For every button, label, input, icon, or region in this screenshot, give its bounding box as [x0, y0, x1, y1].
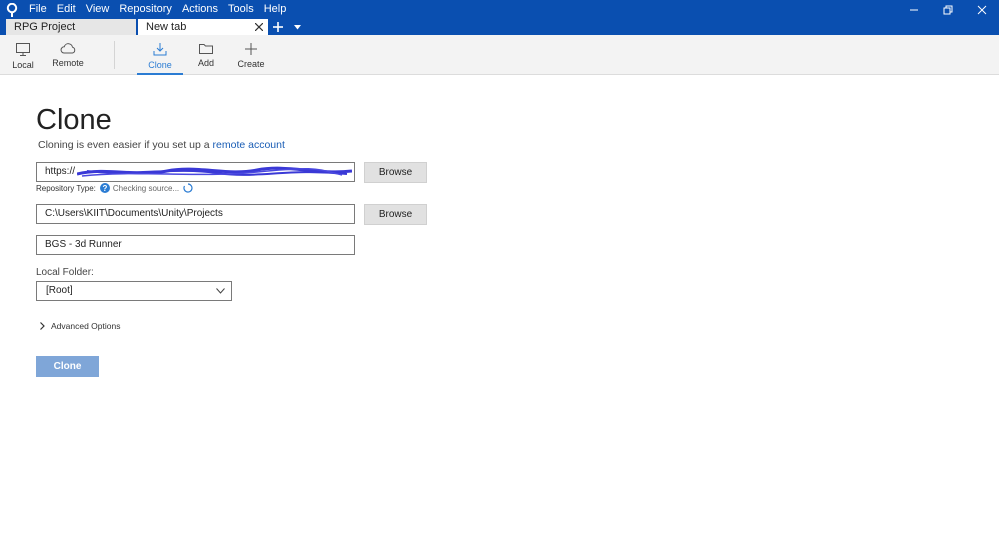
- toolbar-divider: [114, 41, 115, 69]
- local-folder-label: Local Folder:: [36, 267, 94, 278]
- source-url-value: https://: [45, 166, 76, 177]
- chevron-down-icon: [216, 282, 225, 300]
- download-icon: [153, 43, 167, 56]
- advanced-options-label: Advanced Options: [51, 321, 121, 331]
- destination-path-input[interactable]: C:\Users\KIIT\Documents\Unity\Projects: [36, 204, 355, 224]
- loading-spinner-icon: [183, 183, 193, 193]
- remote-account-link[interactable]: remote account: [213, 139, 285, 151]
- page-subtitle: Cloning is even easier if you set up a r…: [38, 139, 285, 151]
- source-url-input[interactable]: https://: [36, 162, 355, 182]
- app-logo-icon: [0, 0, 24, 19]
- toolbar-local-button[interactable]: Local: [8, 35, 38, 75]
- toolbar-add-label: Add: [197, 58, 214, 68]
- toolbar-clone-button[interactable]: Clone: [137, 35, 183, 75]
- chevron-right-icon: [40, 322, 45, 330]
- monitor-icon: [16, 43, 30, 56]
- repository-name-input[interactable]: BGS - 3d Runner: [36, 235, 355, 255]
- repository-name-value: BGS - 3d Runner: [45, 239, 122, 250]
- toolbar-remote-label: Remote: [52, 58, 84, 68]
- window-controls: [897, 0, 999, 19]
- advanced-options-toggle[interactable]: Advanced Options: [40, 321, 120, 331]
- toolbar-local-label: Local: [12, 60, 34, 70]
- repository-type-row: Repository Type: ? Checking source...: [36, 183, 193, 193]
- cloud-icon: [60, 43, 76, 54]
- menu-help[interactable]: Help: [259, 0, 292, 19]
- toolbar-add-button[interactable]: Add: [191, 35, 221, 75]
- page-title: Clone: [36, 104, 112, 136]
- local-folder-value: [Root]: [46, 285, 73, 296]
- title-bar: File Edit View Repository Actions Tools …: [0, 0, 999, 35]
- tab-label: RPG Project: [14, 21, 76, 33]
- tab-label: New tab: [146, 21, 187, 33]
- minimize-icon[interactable]: [897, 0, 931, 19]
- menu-file[interactable]: File: [24, 0, 52, 19]
- toolbar: Local Remote Clone Add Create: [0, 35, 999, 75]
- plus-icon: [245, 43, 257, 55]
- redaction-scribble: [77, 166, 352, 177]
- folder-icon: [199, 44, 213, 54]
- destination-path-value: C:\Users\KIIT\Documents\Unity\Projects: [45, 208, 223, 219]
- repository-type-label: Repository Type:: [36, 183, 96, 193]
- toolbar-create-button[interactable]: Create: [236, 35, 266, 75]
- menu-edit[interactable]: Edit: [52, 0, 81, 19]
- tab-rpg-project[interactable]: RPG Project: [6, 19, 136, 35]
- menu-repository[interactable]: Repository: [114, 0, 177, 19]
- tab-new-tab[interactable]: New tab: [138, 19, 268, 35]
- browse-destination-button[interactable]: Browse: [364, 204, 427, 225]
- menu-view[interactable]: View: [81, 0, 115, 19]
- subtitle-text: Cloning is even easier if you set up a: [38, 139, 213, 151]
- tab-list-chevron-down-icon[interactable]: [291, 19, 303, 35]
- toolbar-clone-label: Clone: [148, 60, 172, 70]
- local-folder-select[interactable]: [Root]: [36, 281, 232, 301]
- toolbar-remote-button[interactable]: Remote: [52, 35, 84, 75]
- menu-tools[interactable]: Tools: [223, 0, 259, 19]
- tab-close-icon[interactable]: [254, 19, 264, 35]
- restore-icon[interactable]: [931, 0, 965, 19]
- help-icon[interactable]: ?: [99, 183, 110, 193]
- toolbar-create-label: Create: [237, 59, 265, 69]
- new-tab-plus-icon[interactable]: [271, 19, 285, 35]
- menu-actions[interactable]: Actions: [177, 0, 223, 19]
- browse-source-button[interactable]: Browse: [364, 162, 427, 183]
- close-icon[interactable]: [965, 0, 999, 19]
- clone-button[interactable]: Clone: [36, 356, 99, 377]
- repository-type-status: Checking source...: [112, 183, 180, 193]
- menu-bar: File Edit View Repository Actions Tools …: [0, 0, 999, 19]
